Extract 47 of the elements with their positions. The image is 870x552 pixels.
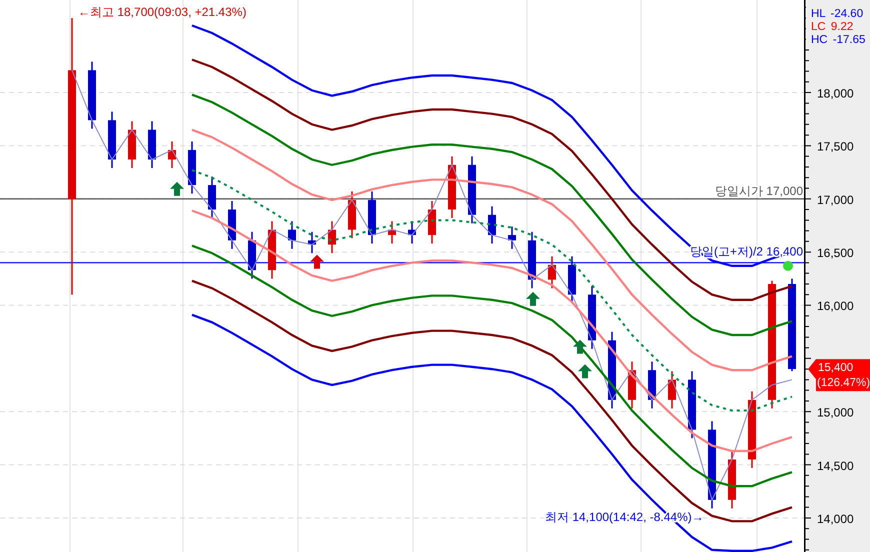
- candlestick: [208, 176, 216, 218]
- high-label: ←최고 18,700(09:03, +21.43%): [78, 5, 246, 19]
- candlestick: [408, 221, 416, 244]
- candlestick: [248, 232, 256, 279]
- candlestick: [228, 201, 236, 249]
- candlestick: [128, 121, 136, 168]
- candlestick: [268, 221, 276, 279]
- candlestick: [148, 121, 156, 168]
- candlestick: [508, 226, 516, 249]
- axis-tick-label: 14,000: [817, 512, 854, 526]
- candlestick: [488, 206, 496, 244]
- legend-entry: HL -24.60: [811, 8, 864, 20]
- price-tag-background: [808, 359, 870, 392]
- axis-tick-label: 18,000: [817, 86, 854, 101]
- candlestick: [388, 221, 396, 244]
- candlestick: [468, 156, 476, 224]
- candlestick: [528, 232, 536, 288]
- legend-entry: LC 9.22: [811, 21, 854, 33]
- candlestick: [348, 191, 356, 238]
- candlestick: [648, 362, 656, 408]
- axis-tick-label: 16,500: [817, 246, 854, 260]
- candlestick: [368, 191, 376, 244]
- candlestick: [108, 112, 116, 168]
- axis-tick-label: 15,000: [817, 406, 854, 420]
- axis-tick-label: 17,000: [817, 192, 854, 207]
- candlestick: [628, 362, 636, 408]
- candlestick: [568, 256, 576, 304]
- candlestick: [188, 141, 196, 194]
- candlestick: [288, 221, 296, 249]
- candlestick: [588, 286, 596, 349]
- axis-tick-label: 17,500: [817, 140, 854, 154]
- axis-tick-label: 14,500: [817, 458, 854, 473]
- candlestick: [728, 450, 736, 508]
- axis-tick-label: 16,000: [817, 299, 854, 314]
- candlestick: [168, 141, 176, 168]
- price-tag-label: 15,400: [818, 362, 854, 374]
- candlestick: [328, 221, 336, 254]
- candlestick: [548, 256, 556, 288]
- candlestick: [308, 232, 316, 254]
- candlestick: [668, 371, 676, 408]
- candlestick: [428, 201, 436, 244]
- price-tag-label: (126.47%): [817, 377, 870, 390]
- candlestick: [88, 62, 96, 129]
- candlestick: [688, 371, 696, 438]
- reference-label: 당일시가 17,000: [714, 184, 803, 198]
- candlestick: [448, 156, 456, 218]
- legend-entry: HC -17.65: [811, 34, 866, 46]
